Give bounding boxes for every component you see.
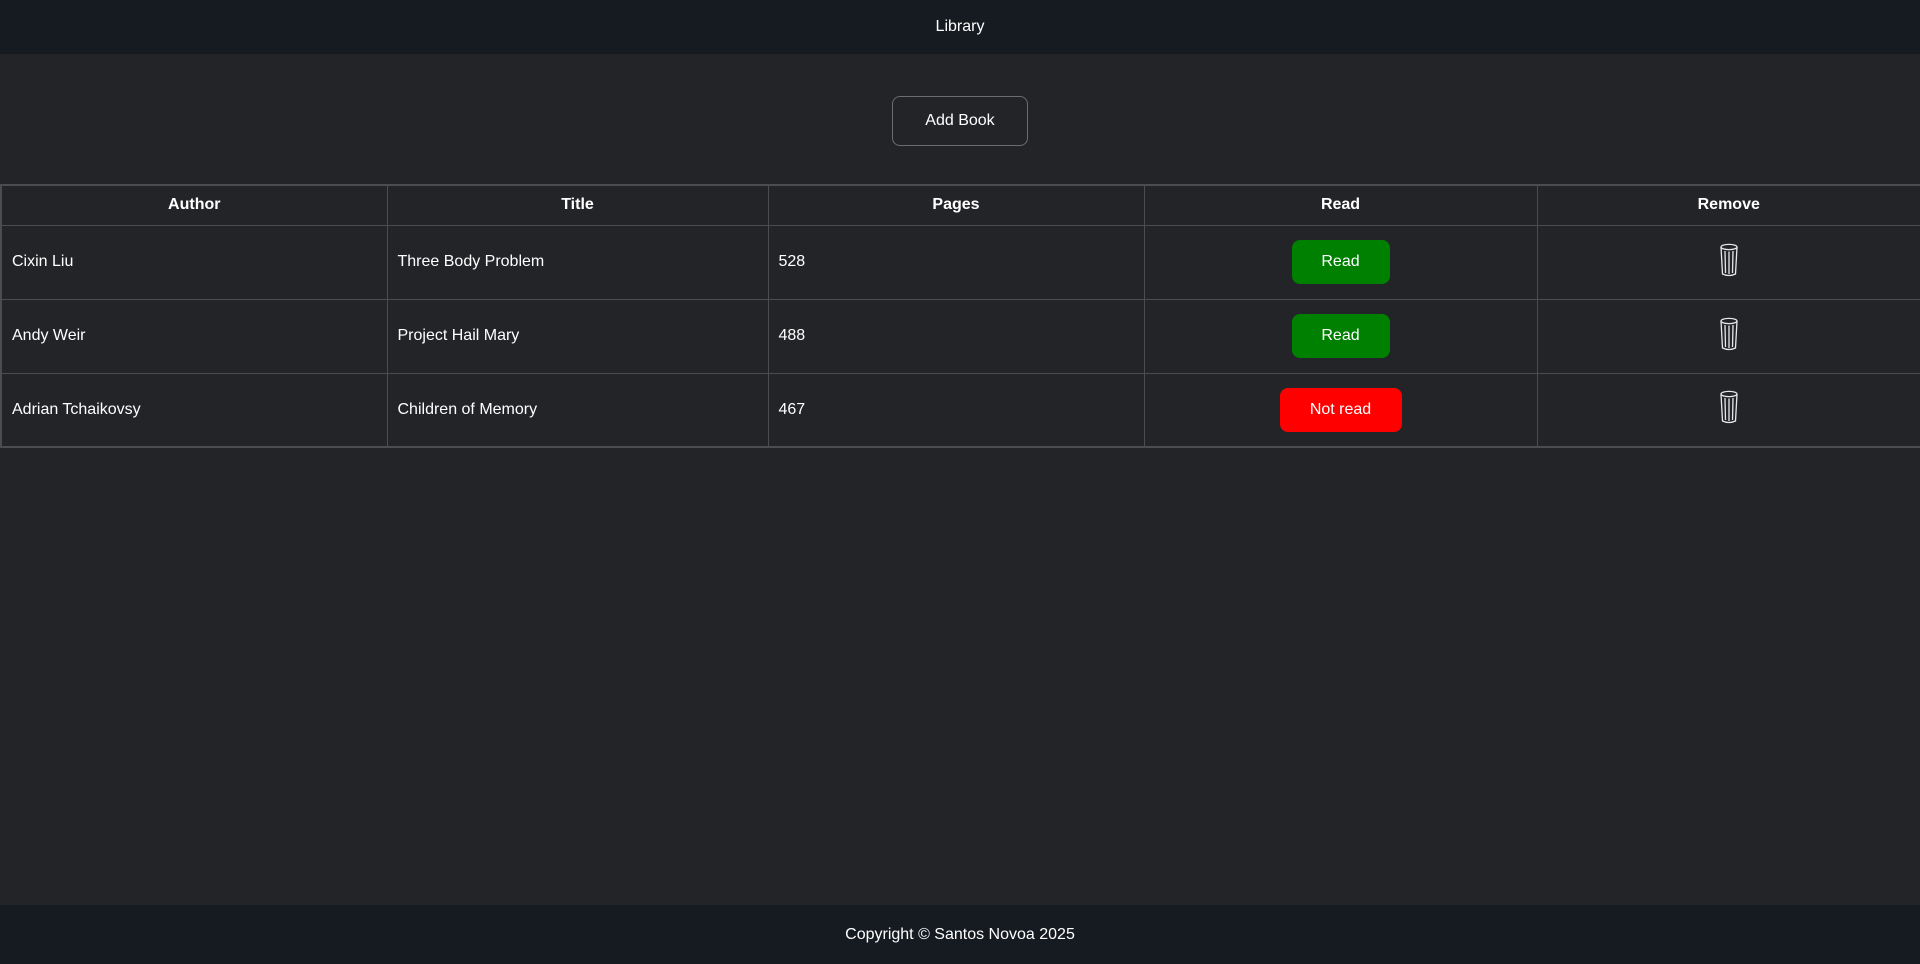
title-cell: Project Hail Mary: [386, 298, 769, 374]
table-row: Adrian Tchaikovsy Children of Memory 467…: [0, 372, 1920, 448]
main-content: Add Book Author Title Pages Read Remove: [0, 54, 1920, 905]
table-header-row: Author Title Pages Read Remove: [0, 184, 1920, 226]
copyright-text: Copyright © Santos Novoa 2025: [845, 925, 1075, 943]
page: Library Add Book Author Title Pages Read…: [0, 0, 1920, 964]
pages-cell: 467: [767, 372, 1145, 448]
author-cell: Adrian Tchaikovsy: [0, 372, 388, 448]
pages-cell: 528: [767, 224, 1145, 300]
read-toggle-button[interactable]: Read: [1291, 314, 1390, 358]
pages-cell: 488: [767, 298, 1145, 374]
books-table: Author Title Pages Read Remove Cixin Liu…: [0, 184, 1920, 448]
remove-cell: [1536, 224, 1920, 300]
read-cell: Read: [1143, 298, 1538, 374]
table-row: Andy Weir Project Hail Mary 488 Read: [0, 298, 1920, 374]
remove-cell: [1536, 298, 1920, 374]
read-toggle-button[interactable]: Not read: [1279, 387, 1402, 432]
read-cell: Read: [1143, 224, 1538, 300]
read-toggle-button[interactable]: Read: [1291, 240, 1390, 284]
add-book-button[interactable]: Add Book: [892, 96, 1028, 146]
author-cell: Cixin Liu: [0, 224, 388, 300]
column-header-pages: Pages: [767, 184, 1145, 226]
column-header-author: Author: [0, 184, 388, 226]
trash-icon[interactable]: [1718, 390, 1740, 424]
remove-cell: [1536, 372, 1920, 448]
trash-icon[interactable]: [1718, 317, 1740, 351]
column-header-read: Read: [1143, 184, 1538, 226]
app-footer: Copyright © Santos Novoa 2025: [0, 905, 1920, 964]
title-cell: Three Body Problem: [386, 224, 769, 300]
author-cell: Andy Weir: [0, 298, 388, 374]
title-cell: Children of Memory: [386, 372, 769, 448]
table-row: Cixin Liu Three Body Problem 528 Read: [0, 224, 1920, 300]
toolbar: Add Book: [0, 54, 1920, 184]
app-title: Library: [935, 18, 985, 35]
column-header-remove: Remove: [1536, 184, 1920, 226]
column-header-title: Title: [386, 184, 769, 226]
trash-icon[interactable]: [1718, 243, 1740, 277]
read-cell: Not read: [1143, 372, 1538, 448]
app-header: Library: [0, 0, 1920, 54]
